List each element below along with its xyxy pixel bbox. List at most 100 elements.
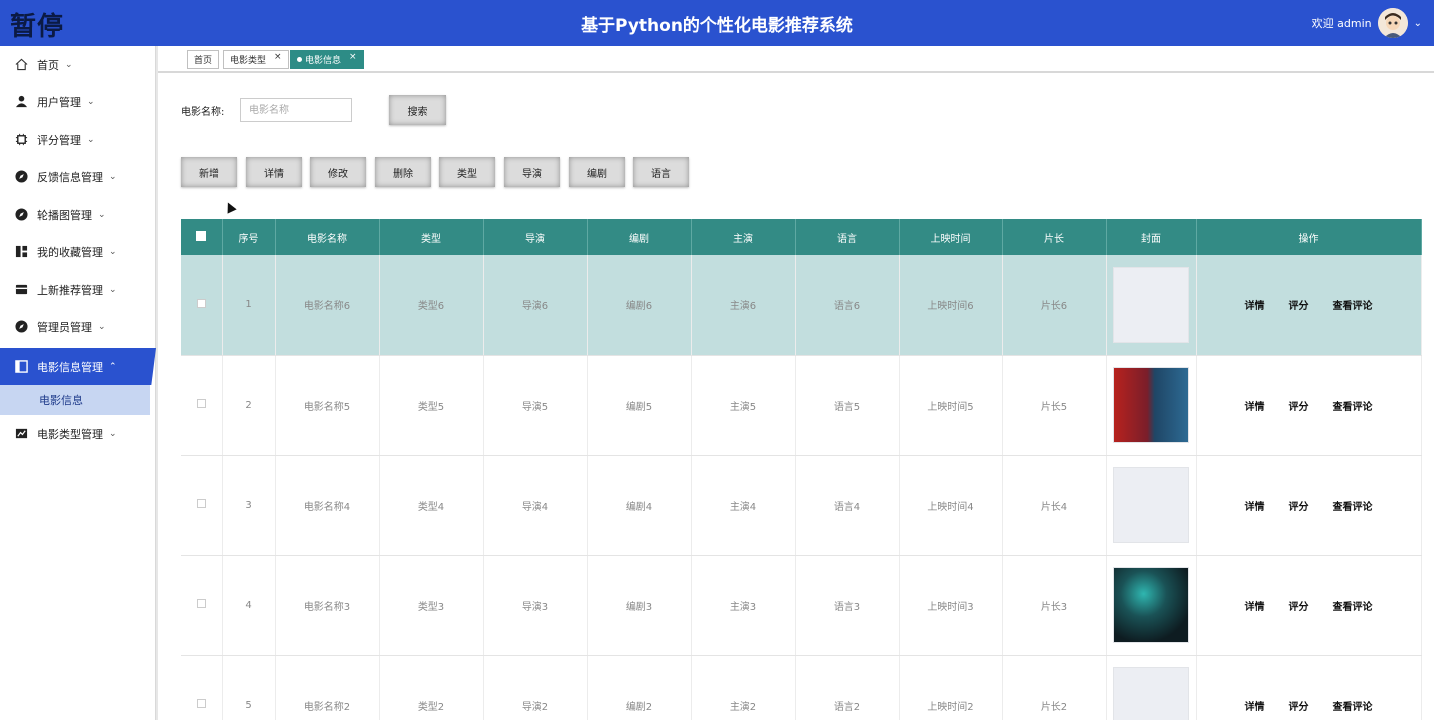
row-checkbox[interactable] [181, 655, 223, 720]
cell-no: 3 [222, 455, 276, 556]
add-button[interactable]: 新增 [181, 157, 237, 187]
sidebar-item-carousel[interactable]: 轮播图管理 ⌄ [0, 196, 156, 233]
cell-type: 类型3 [379, 555, 484, 656]
sidebar-item-home[interactable]: 首页 ⌄ [0, 46, 156, 83]
table-row[interactable]: 2 电影名称5 类型5 导演5 编剧5 主演5 语言5 上映时间5 片长5 详情… [181, 355, 1422, 456]
detail-button[interactable]: 详情 [246, 157, 302, 187]
view-comments-link[interactable]: 查看评论 [1333, 498, 1373, 513]
sidebar-item-users[interactable]: 用户管理 ⌄ [0, 83, 156, 120]
sidebar-item-label: 反馈信息管理 [37, 170, 103, 184]
tab-movie-types[interactable]: 电影类型 × [223, 50, 289, 69]
rate-link[interactable]: 评分 [1289, 598, 1309, 613]
select-all-checkbox[interactable] [181, 219, 223, 255]
cell-name: 电影名称2 [275, 655, 380, 720]
sidebar-item-admins[interactable]: 管理员管理 ⌄ [0, 308, 156, 345]
tab-home[interactable]: 首页 [187, 50, 220, 69]
sidebar-item-movie-types[interactable]: 电影类型管理 ⌄ [0, 415, 156, 452]
director-button[interactable]: 导演 [504, 157, 560, 187]
sidebar-item-label: 首页 [37, 58, 59, 72]
sidebar-item-favorites[interactable]: 我的收藏管理 ⌄ [0, 233, 156, 270]
sidebar-item-label: 我的收藏管理 [37, 245, 103, 259]
column-header: 序号 [222, 219, 276, 255]
cell-writer: 编剧4 [587, 455, 692, 556]
chevron-down-icon: ⌄ [109, 428, 117, 439]
sidebar-item-movie-info[interactable]: 电影信息管理 ⌃ [0, 348, 156, 385]
sidebar-item-label: 电影信息管理 [37, 360, 103, 374]
sidebar-item-label: 评分管理 [37, 133, 81, 147]
rate-link[interactable]: 评分 [1289, 498, 1309, 513]
search-label: 电影名称: [181, 107, 225, 118]
cell-actor: 主演5 [691, 355, 796, 456]
cell-writer: 编剧6 [587, 255, 692, 356]
detail-link[interactable]: 详情 [1245, 297, 1265, 312]
cover-image [1113, 567, 1189, 643]
sidebar-item-label: 轮播图管理 [37, 208, 92, 222]
cell-director: 导演5 [483, 355, 588, 456]
cell-language: 语言3 [795, 555, 900, 656]
sidebar-item-ratings[interactable]: 评分管理 ⌄ [0, 121, 156, 158]
sidebar-item-label: 管理员管理 [37, 320, 92, 334]
type-button[interactable]: 类型 [439, 157, 495, 187]
search-input[interactable] [240, 98, 352, 122]
table-row[interactable]: 3 电影名称4 类型4 导演4 编剧4 主演4 语言4 上映时间4 片长4 详情… [181, 455, 1422, 556]
cell-release-date: 上映时间4 [899, 455, 1003, 556]
cell-actor: 主演2 [691, 655, 796, 720]
language-button[interactable]: 语言 [633, 157, 689, 187]
close-icon[interactable]: × [274, 52, 282, 62]
cell-release-date: 上映时间3 [899, 555, 1003, 656]
cell-type: 类型2 [379, 655, 484, 720]
rate-link[interactable]: 评分 [1289, 297, 1309, 312]
writer-button[interactable]: 编剧 [569, 157, 625, 187]
chevron-down-icon: ⌄ [109, 246, 117, 257]
sidebar-item-new-recommend[interactable]: 上新推荐管理 ⌄ [0, 271, 156, 308]
cell-language: 语言4 [795, 455, 900, 556]
cell-type: 类型6 [379, 255, 484, 356]
view-comments-link[interactable]: 查看评论 [1333, 297, 1373, 312]
row-checkbox[interactable] [181, 555, 223, 656]
table-row[interactable]: 1 电影名称6 类型6 导演6 编剧6 主演6 语言6 上映时间6 片长6 详情… [181, 255, 1422, 356]
column-header: 导演 [483, 219, 588, 255]
row-checkbox[interactable] [181, 455, 223, 556]
cell-cover [1106, 555, 1197, 656]
edit-button[interactable]: 修改 [310, 157, 366, 187]
sidebar-item-feedback[interactable]: 反馈信息管理 ⌄ [0, 158, 156, 195]
cell-language: 语言6 [795, 255, 900, 356]
column-header: 主演 [691, 219, 796, 255]
sidebar-item-label: 上新推荐管理 [37, 283, 103, 297]
sidebar-subitem-movie-info[interactable]: 电影信息 [0, 385, 150, 415]
delete-button[interactable]: 删除 [375, 157, 431, 187]
cell-director: 导演4 [483, 455, 588, 556]
cell-director: 导演6 [483, 255, 588, 356]
cell-ops: 详情 评分 查看评论 [1196, 255, 1422, 356]
chevron-down-icon[interactable]: ⌄ [1414, 18, 1422, 29]
detail-link[interactable]: 详情 [1245, 498, 1265, 513]
cell-director: 导演2 [483, 655, 588, 720]
tab-movie-info[interactable]: 电影信息 × [290, 50, 364, 69]
rate-link[interactable]: 评分 [1289, 698, 1309, 713]
grid-icon [14, 245, 28, 259]
search-button[interactable]: 搜索 [389, 95, 446, 125]
table-row[interactable]: 4 电影名称3 类型3 导演3 编剧3 主演3 语言3 上映时间3 片长3 详情… [181, 555, 1422, 656]
detail-link[interactable]: 详情 [1245, 598, 1265, 613]
column-header: 电影名称 [275, 219, 380, 255]
user-menu[interactable]: 欢迎 admin ⌄ [1312, 5, 1422, 41]
cell-actor: 主演3 [691, 555, 796, 656]
row-checkbox[interactable] [181, 255, 223, 356]
view-comments-link[interactable]: 查看评论 [1333, 698, 1373, 713]
chevron-down-icon: ⌄ [87, 96, 95, 107]
view-comments-link[interactable]: 查看评论 [1333, 398, 1373, 413]
card-icon [14, 283, 28, 297]
detail-link[interactable]: 详情 [1245, 398, 1265, 413]
row-checkbox[interactable] [181, 355, 223, 456]
avatar[interactable] [1377, 8, 1408, 38]
detail-link[interactable]: 详情 [1245, 698, 1265, 713]
movie-table: 序号 电影名称 类型 导演 编剧 主演 语言 上映时间 片长 封面 操作 1 电… [181, 219, 1422, 720]
active-dot-icon [297, 57, 302, 62]
tabs-bar: 首页 电影类型 × 电影信息 × [158, 46, 1434, 73]
close-icon[interactable]: × [349, 52, 357, 62]
cell-cover [1106, 655, 1197, 720]
cell-writer: 编剧3 [587, 555, 692, 656]
view-comments-link[interactable]: 查看评论 [1333, 598, 1373, 613]
table-row[interactable]: 5 电影名称2 类型2 导演2 编剧2 主演2 语言2 上映时间2 片长2 详情… [181, 655, 1422, 720]
rate-link[interactable]: 评分 [1289, 398, 1309, 413]
